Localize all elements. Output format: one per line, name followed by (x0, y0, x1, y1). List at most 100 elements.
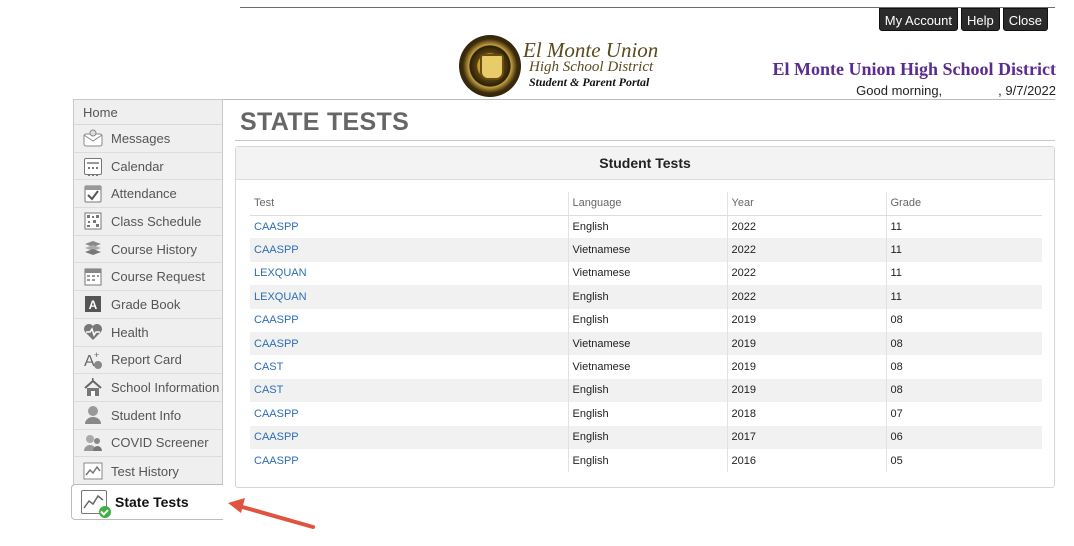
sidebar-item-course-request[interactable]: Course Request (74, 263, 223, 292)
cell-test: CAASPP (250, 215, 568, 238)
messages-icon (83, 128, 103, 148)
column-header-test[interactable]: Test (250, 192, 568, 216)
table-row: LEXQUAN Vietnamese 2022 11 (250, 261, 1042, 286)
sidebar: Home Messages Calendar Attendance Class … (73, 99, 223, 485)
check-badge-icon (99, 506, 111, 518)
sidebar-item-calendar[interactable]: Calendar (74, 153, 223, 181)
cell-grade: 08 (885, 378, 1042, 403)
sidebar-item-school-information[interactable]: School Information (74, 374, 223, 402)
sidebar-main-divider (222, 100, 223, 486)
panel-title: Student Tests (236, 147, 1054, 180)
test-link[interactable]: LEXQUAN (254, 291, 307, 303)
calendar-icon (83, 156, 103, 176)
cell-language: English (567, 308, 727, 332)
sidebar-item-state-tests[interactable]: State Tests (71, 484, 223, 520)
test-link[interactable]: CAASPP (254, 408, 299, 420)
sidebar-item-class-schedule[interactable]: Class Schedule (74, 208, 223, 236)
cell-grade: 08 (885, 308, 1042, 332)
cell-test: CAASPP (250, 402, 568, 425)
state-tests-icon (81, 490, 111, 518)
school-information-icon (83, 377, 103, 398)
logo-line-1: El Monte Union (523, 38, 659, 62)
cell-year: 2018 (726, 402, 886, 426)
cell-grade: 11 (885, 261, 1042, 286)
cell-language: Vietnamese (567, 261, 727, 286)
course-request-icon (83, 267, 103, 287)
sidebar-item-label: Grade Book (111, 296, 181, 312)
sidebar-item-messages[interactable]: Messages (74, 125, 223, 153)
sidebar-item-label: Class Schedule (111, 213, 202, 229)
table-row: CAST English 2019 08 (250, 378, 1042, 403)
test-link[interactable]: CAASPP (254, 314, 299, 326)
test-link[interactable]: CAASPP (254, 221, 299, 233)
column-header-language[interactable]: Language (567, 192, 727, 216)
svg-text:+: + (94, 350, 99, 360)
cell-grade: 11 (885, 285, 1042, 309)
student-info-icon (83, 405, 103, 425)
attendance-icon (83, 184, 103, 204)
cell-test: CAST (250, 355, 568, 378)
sidebar-item-label: Course Request (111, 269, 205, 285)
page-title: STATE TESTS (240, 108, 410, 136)
cell-grade: 08 (885, 355, 1042, 379)
cell-grade: 05 (885, 448, 1042, 473)
cell-language: English (567, 378, 727, 403)
cell-year: 2019 (726, 378, 886, 403)
test-link[interactable]: CAASPP (254, 338, 299, 350)
district-name: El Monte Union High School District (772, 59, 1056, 79)
red-arrow-annotation (228, 498, 315, 529)
header-divider (222, 99, 1055, 100)
cell-grade: 11 (885, 215, 1042, 239)
sidebar-item-label: Test History (111, 463, 179, 479)
title-divider (235, 140, 1055, 141)
sidebar-item-covid-screener[interactable]: COVID Screener (74, 430, 223, 458)
test-link[interactable]: CAST (254, 361, 283, 373)
cell-test: CAASPP (250, 238, 568, 262)
cell-test: CAASPP (250, 425, 568, 449)
table-row: CAASPP English 2018 07 (250, 402, 1042, 426)
test-link[interactable]: CAASPP (254, 431, 299, 443)
cell-grade: 06 (885, 425, 1042, 449)
sidebar-item-grade-book[interactable]: A Grade Book (74, 291, 223, 319)
cell-language: Vietnamese (567, 355, 727, 379)
health-icon (83, 322, 103, 342)
sidebar-item-health[interactable]: Health (74, 319, 223, 347)
cell-language: English (567, 448, 727, 473)
cell-year: 2022 (726, 285, 886, 309)
sidebar-item-course-history[interactable]: Course History (74, 236, 223, 264)
sidebar-item-label: Report Card (111, 352, 182, 368)
my-account-button[interactable]: My Account (878, 8, 958, 31)
table-header-row: Test Language Year Grade (250, 192, 1042, 216)
district-logo[interactable]: El Monte Union High School District Stud… (459, 35, 669, 97)
test-link[interactable]: CAASPP (254, 455, 299, 467)
sidebar-item-label: Calendar (111, 158, 164, 174)
logo-text: El Monte Union High School District Stud… (523, 38, 659, 90)
table-row: CAASPP Vietnamese 2022 11 (250, 238, 1042, 262)
table-row: CAASPP English 2016 05 (250, 448, 1042, 473)
sidebar-item-attendance[interactable]: Attendance (74, 180, 223, 209)
close-button[interactable]: Close (1002, 8, 1048, 31)
table-row: CAASPP Vietnamese 2019 08 (250, 331, 1042, 356)
sidebar-item-label: Student Info (111, 407, 182, 423)
sidebar-item-label: State Tests (115, 494, 189, 510)
column-header-grade[interactable]: Grade (885, 192, 1042, 216)
test-link[interactable]: CAST (254, 384, 283, 396)
cell-test: CAASPP (250, 331, 568, 356)
sidebar-item-report-card[interactable]: A + Report Card (74, 347, 223, 375)
sidebar-item-label: COVID Screener (111, 435, 209, 451)
sidebar-item-label: Health (111, 324, 149, 340)
grade-book-icon: A (83, 294, 103, 314)
column-header-year[interactable]: Year (726, 192, 886, 216)
tests-table-body: CAASPP English 2022 11 CAASPP Vietnamese 2022 1… (250, 215, 1042, 473)
sidebar-item-label: Course History (111, 241, 197, 257)
cell-year: 2017 (726, 425, 886, 449)
test-link[interactable]: CAASPP (254, 244, 299, 256)
test-link[interactable]: LEXQUAN (254, 267, 307, 279)
class-schedule-icon (83, 211, 103, 231)
sidebar-item-home[interactable]: Home (74, 100, 223, 125)
sidebar-item-student-info[interactable]: Student Info (74, 402, 223, 430)
sidebar-item-test-history[interactable]: Test History (74, 457, 223, 485)
cell-year: 2022 (726, 238, 886, 262)
portal-page: My Account Help Close El Monte Union Hig… (0, 0, 1074, 546)
help-button[interactable]: Help (961, 8, 1000, 31)
